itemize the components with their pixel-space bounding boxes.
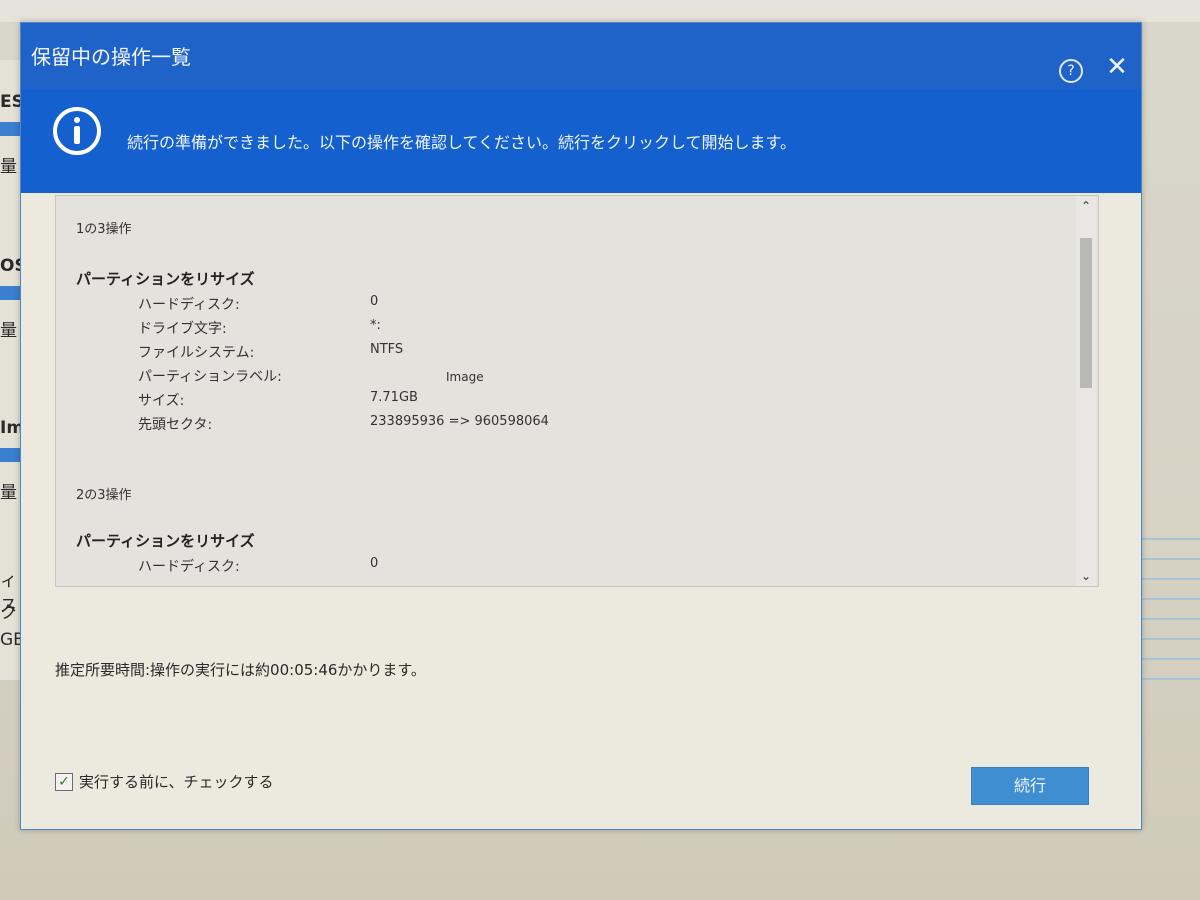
detail-label: ハードディスク: [138,297,240,313]
detail-value: 0 [370,556,379,571]
help-icon[interactable]: ? [1059,59,1083,83]
operation-index: 2の3操作 [76,488,132,503]
operations-scrollbar[interactable]: ⌃ ⌄ [1076,196,1096,586]
check-before-run-checkbox[interactable]: ✓ [55,773,73,791]
dialog-title: 保留中の操作一覧 [31,45,191,69]
bg-fragment: ク [0,603,17,623]
info-banner: 続行の準備ができました。以下の操作を確認してください。続行をクリックして開始しま… [21,89,1141,193]
close-icon[interactable]: ✕ [1105,53,1129,81]
operation-detail-row: パーティションラベル: Image [138,366,938,385]
operation-detail-row: ハードディスク: 0 [138,556,938,575]
detail-value: Image [446,370,484,384]
scroll-up-icon[interactable]: ⌃ [1076,196,1096,216]
bg-usage-bar [0,286,22,300]
detail-label: 先頭セクタ: [138,417,213,433]
estimated-time: 推定所要時間:操作の実行には約00:05:46かかります。 [55,661,426,679]
scroll-thumb[interactable] [1080,238,1092,388]
operation-detail-row: ファイルシステム: NTFS [138,342,938,361]
detail-value: 7.71GB [370,390,418,405]
bg-fragment: 量 [0,157,17,177]
detail-label: ハードディスク: [138,559,240,575]
scroll-down-icon[interactable]: ⌄ [1076,566,1096,586]
operations-list-content: 1の3操作 パーティションをリサイズ ハードディスク: 0 ドライブ文字: *:… [56,196,1074,586]
detail-label: サイズ: [138,393,185,409]
operation-detail-row: 先頭セクタ: 233895936 => 960598064 [138,414,938,433]
continue-button[interactable]: 続行 [971,767,1089,805]
pending-operations-dialog: 保留中の操作一覧 ? ✕ 続行の準備ができました。以下の操作を確認してください。… [20,22,1142,830]
detail-value: 233895936 => 960598064 [370,414,549,429]
bg-usage-bar [0,122,22,136]
operation-detail-row: サイズ: 7.71GB [138,390,938,409]
detail-value: 0 [370,294,379,309]
info-icon [53,107,101,155]
bg-fragment: 量 [0,321,17,341]
operation-detail-row: ハードディスク: 0 [138,294,938,313]
operation-title: パーティションをリサイズ [76,532,255,550]
background-left-panel: ES 量 OS 量 Im 量 ィス ク GB [0,60,27,680]
detail-label: パーティションラベル: [138,369,282,385]
bg-fragment: 量 [0,483,17,503]
detail-label: ドライブ文字: [138,321,227,337]
operation-title: パーティションをリサイズ [76,270,255,288]
detail-label: ファイルシステム: [138,345,255,361]
info-message: 続行の準備ができました。以下の操作を確認してください。続行をクリックして開始しま… [127,133,796,152]
check-before-run-label[interactable]: 実行する前に、チェックする [79,771,274,792]
operation-detail-row: ドライブ文字: *: [138,318,938,337]
operations-list[interactable]: 1の3操作 パーティションをリサイズ ハードディスク: 0 ドライブ文字: *:… [55,195,1099,587]
operation-index: 1の3操作 [76,222,132,237]
detail-value: *: [370,318,381,333]
detail-value: NTFS [370,342,404,357]
bg-usage-bar [0,448,22,462]
background-toolbar [0,0,1200,22]
dialog-titlebar: 保留中の操作一覧 ? ✕ [21,23,1141,89]
